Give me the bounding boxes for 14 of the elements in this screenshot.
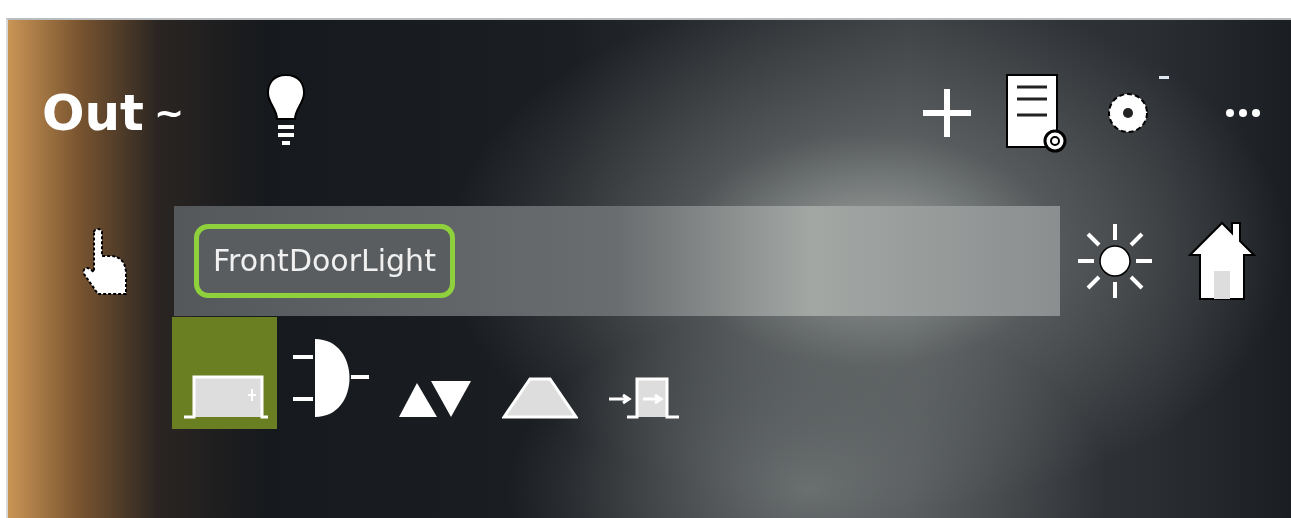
and-gate-icon — [290, 337, 369, 419]
block-title: Out — [42, 87, 144, 138]
home-icon[interactable] — [1188, 221, 1256, 301]
block-name-field[interactable]: FrontDoorLight — [194, 224, 455, 298]
up-down-triangles-icon — [396, 379, 473, 419]
plus-icon[interactable] — [921, 86, 973, 139]
pulse-block-tool[interactable] — [172, 317, 277, 429]
trapezoid-ramp-icon — [501, 375, 578, 419]
more-icon[interactable] — [1225, 107, 1261, 118]
minus-icon — [1159, 76, 1169, 79]
wave-symbol: ~ — [154, 90, 185, 135]
sun-icon[interactable] — [1076, 222, 1154, 300]
hand-pointer-icon[interactable] — [80, 226, 128, 296]
document-icon[interactable] — [1003, 72, 1067, 153]
